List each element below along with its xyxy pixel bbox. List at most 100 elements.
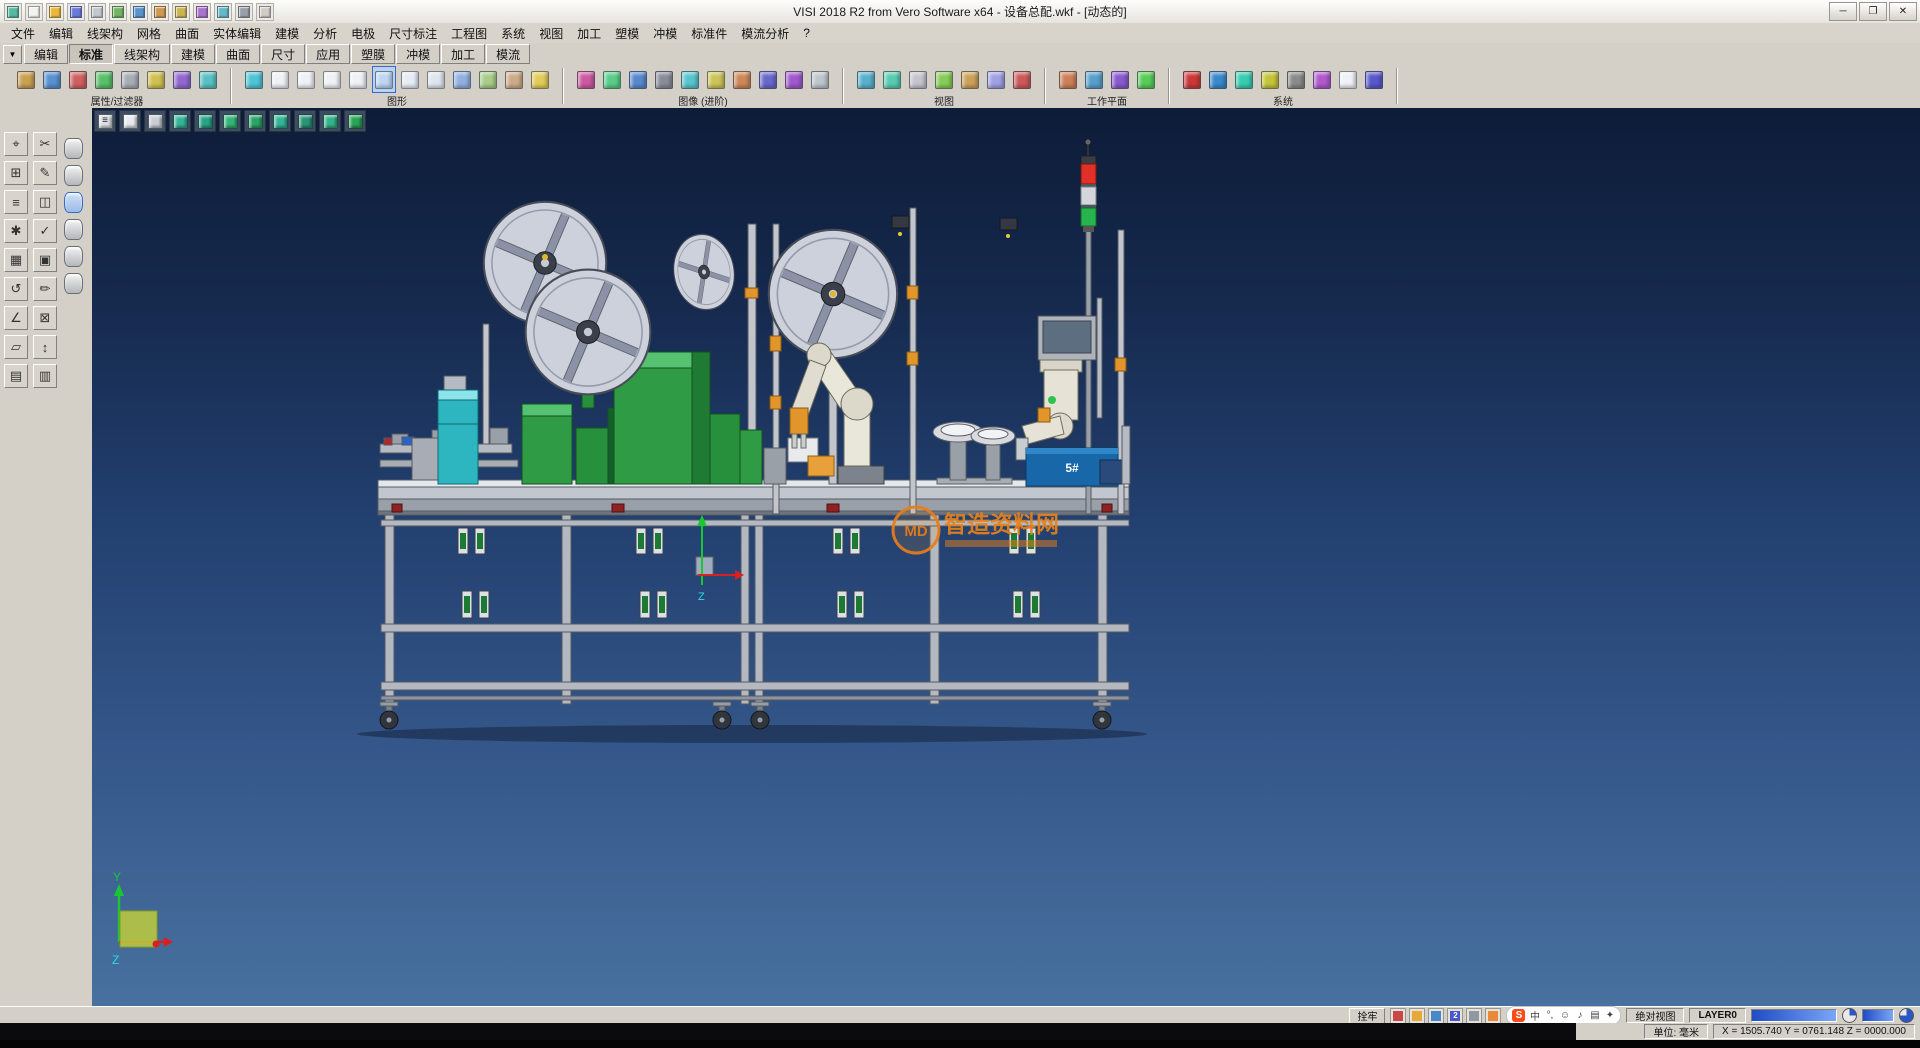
mirror-icon[interactable]: ◫	[33, 190, 57, 214]
shaded-edge-view-icon[interactable]	[346, 66, 370, 93]
view-iso-icon[interactable]	[169, 110, 191, 132]
paint-status-icon[interactable]	[1409, 1008, 1425, 1024]
menu-item[interactable]: 曲面	[168, 24, 206, 43]
info-icon[interactable]	[1362, 66, 1386, 93]
command-prompt-area[interactable]	[0, 1023, 1576, 1040]
hatch-icon[interactable]: ▤	[4, 364, 28, 388]
advanced-shading-icon[interactable]	[574, 66, 598, 93]
sogou-lang-icon[interactable]: 中	[1529, 1009, 1540, 1022]
close-button[interactable]: ✕	[1889, 2, 1917, 21]
menu-item[interactable]: 网格	[130, 24, 168, 43]
menu-item[interactable]: 分析	[306, 24, 344, 43]
undo-icon[interactable]	[151, 3, 169, 21]
capture-icon[interactable]	[808, 66, 832, 93]
pin-button[interactable]: 拴牢	[1349, 1008, 1385, 1024]
sogou-logo-icon[interactable]: S	[1512, 1009, 1525, 1022]
tab[interactable]: 曲面	[216, 44, 260, 64]
restore-button[interactable]: ❐	[1859, 2, 1887, 21]
pan-icon[interactable]	[906, 66, 930, 93]
world-icon[interactable]	[1232, 66, 1256, 93]
tab[interactable]: 塑膜	[351, 44, 395, 64]
help-status-icon[interactable]: 2	[1447, 1008, 1463, 1024]
mesh-mask-icon[interactable]	[64, 246, 83, 267]
menu-item[interactable]: 加工	[570, 24, 608, 43]
menu-item[interactable]: 线架构	[80, 24, 130, 43]
solid-display-icon[interactable]	[476, 66, 500, 93]
menu-item[interactable]: ?	[796, 25, 817, 41]
effects-icon[interactable]	[782, 66, 806, 93]
surface-mask-icon[interactable]	[64, 192, 83, 213]
named-view-icon[interactable]	[984, 66, 1008, 93]
all-mask-icon[interactable]	[64, 273, 83, 294]
zoom-window-icon[interactable]	[880, 66, 904, 93]
sogou-emoji-icon[interactable]: ☺	[1559, 1009, 1570, 1022]
view-right-icon[interactable]	[244, 110, 266, 132]
display-config-icon[interactable]	[1206, 66, 1230, 93]
solids-icon[interactable]: ▣	[33, 248, 57, 272]
delete-icon[interactable]: ⊠	[33, 306, 57, 330]
view-back-icon[interactable]	[294, 110, 316, 132]
os-taskbar[interactable]	[0, 1040, 1920, 1048]
reset-filter-icon[interactable]	[196, 66, 220, 93]
turntable-icon[interactable]	[730, 66, 754, 93]
perspective-icon[interactable]	[1010, 66, 1034, 93]
point-mask-icon[interactable]	[64, 138, 83, 159]
view-top-icon[interactable]	[194, 110, 216, 132]
snapshot-icon[interactable]	[704, 66, 728, 93]
menu-item[interactable]: 塑模	[608, 24, 646, 43]
mask-filter-icon[interactable]	[170, 66, 194, 93]
angle-dim-icon[interactable]: ∠	[4, 306, 28, 330]
tab[interactable]: 加工	[441, 44, 485, 64]
menu-item[interactable]: 文件	[4, 24, 42, 43]
environment-icon[interactable]	[626, 66, 650, 93]
view-mode-field[interactable]: 绝对视图	[1626, 1008, 1684, 1023]
sogou-toolbox-icon[interactable]: ✦	[1604, 1009, 1615, 1022]
tab[interactable]: 模流	[486, 44, 530, 64]
new-file-icon[interactable]	[25, 3, 43, 21]
package-status-icon[interactable]	[1485, 1008, 1501, 1024]
import-icon[interactable]	[109, 3, 127, 21]
snap-config-icon[interactable]	[1284, 66, 1308, 93]
view-front-icon[interactable]	[219, 110, 241, 132]
layer-manager-icon[interactable]	[193, 3, 211, 21]
dropdown-icon[interactable]	[256, 3, 274, 21]
select-icon[interactable]: ⌖	[4, 132, 28, 156]
menu-item[interactable]: 建模	[268, 24, 306, 43]
view-manager-icon[interactable]	[214, 3, 232, 21]
undo-icon[interactable]: ↺	[4, 277, 28, 301]
save-icon[interactable]	[67, 3, 85, 21]
sogou-keyboard-icon[interactable]: ▤	[1589, 1009, 1600, 1022]
tab[interactable]: 标准	[69, 44, 113, 64]
zoom-extents-icon[interactable]	[854, 66, 878, 93]
menu-item[interactable]: 系统	[494, 24, 532, 43]
list-view-icon[interactable]: ≡	[4, 190, 28, 214]
color-filter-icon[interactable]	[66, 66, 90, 93]
tab[interactable]: 建模	[171, 44, 215, 64]
redraw-icon[interactable]	[242, 66, 266, 93]
tab[interactable]: 编辑	[24, 44, 68, 64]
view-dimetric-icon[interactable]	[344, 110, 366, 132]
linetype-filter-icon[interactable]	[118, 66, 142, 93]
workplane-create-icon[interactable]	[1056, 66, 1080, 93]
database-icon[interactable]	[235, 3, 253, 21]
menu-item[interactable]: 冲模	[646, 24, 684, 43]
menu-item[interactable]: 工程图	[444, 24, 494, 43]
color-table-icon[interactable]	[1180, 66, 1204, 93]
previous-view-icon[interactable]	[958, 66, 982, 93]
view-left-icon[interactable]	[269, 110, 291, 132]
layers-icon[interactable]: ▦	[4, 248, 28, 272]
multi-window-icon[interactable]	[450, 66, 474, 93]
redo-icon[interactable]	[172, 3, 190, 21]
shaded-view-icon[interactable]	[320, 66, 344, 93]
hidden-line-view-icon[interactable]	[294, 66, 318, 93]
tab[interactable]: 冲模	[396, 44, 440, 64]
tab-overflow-button[interactable]: ▼	[3, 45, 22, 64]
trim-icon[interactable]: ✂	[33, 132, 57, 156]
scene-icon[interactable]	[4, 3, 22, 21]
tab[interactable]: 应用	[306, 44, 350, 64]
render-mode-icon[interactable]	[372, 66, 396, 93]
wireframe-view-icon[interactable]	[268, 66, 292, 93]
modify-icon[interactable]: ✱	[4, 219, 28, 243]
view-wire-icon[interactable]	[144, 110, 166, 132]
curve-mask-icon[interactable]	[64, 165, 83, 186]
